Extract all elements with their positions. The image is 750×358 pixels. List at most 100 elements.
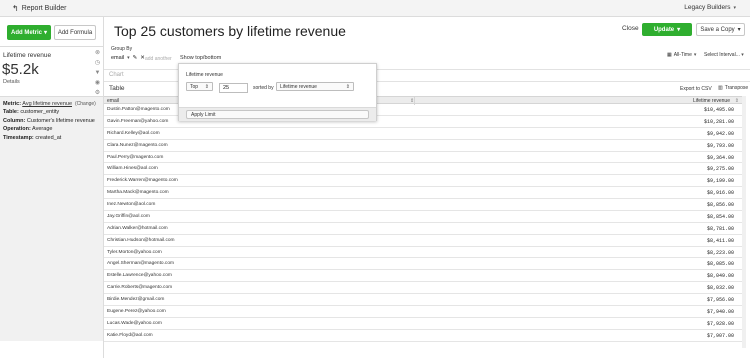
apply-limit-button[interactable]: Apply Limit <box>186 110 369 119</box>
limit-input[interactable]: 25 <box>219 83 248 93</box>
sorted-by-label: sorted by <box>253 85 274 91</box>
cell-lifetime-revenue: $8,032.00 <box>706 285 734 292</box>
chevron-down-icon: ▾ <box>677 27 681 33</box>
back-arrow-icon: ↰ <box>12 4 19 13</box>
close-button[interactable]: Close <box>622 25 639 32</box>
sort-by-value: Lifetime revenue <box>280 83 317 90</box>
transpose-label: Transpose <box>724 85 749 91</box>
chevron-down-icon: ▾ <box>44 30 48 36</box>
cell-lifetime-revenue: $8,916.00 <box>706 190 734 197</box>
chevron-down-icon[interactable]: ▾ <box>127 55 130 61</box>
add-formula-button[interactable]: Add Formula <box>54 25 96 40</box>
sort-by-select[interactable]: Lifetime revenue ⇕ <box>276 82 354 91</box>
operation-info-label: Operation: <box>3 126 31 133</box>
change-metric-link[interactable]: (Change) <box>75 101 96 107</box>
cell-lifetime-revenue: $10,495.00 <box>703 107 734 113</box>
cell-email: Lucas.Wade@yahoo.com <box>107 320 162 326</box>
table-row[interactable]: Katie.Floyd@aol.com $7,907.00 <box>104 330 742 342</box>
cell-lifetime-revenue: $9,793.00 <box>706 142 734 149</box>
cell-email: Christian.Hudson@hotmail.com <box>107 237 175 243</box>
table-row[interactable]: Estelle.Lawrence@yahoo.com $8,049.00 <box>104 270 742 283</box>
table-row[interactable]: Tyler.Morton@yahoo.com $8,223.00 <box>104 247 742 259</box>
table-row[interactable]: Richard.Kelley@aol.com $9,942.00 <box>104 128 742 140</box>
table-row[interactable]: William.Hines@aol.com $9,275.00 <box>104 163 742 176</box>
table-row[interactable]: Paul.Perry@magento.com $9,364.00 <box>104 152 742 164</box>
cell-lifetime-revenue: $7,928.00 <box>706 320 734 327</box>
top-bar: ↰ Report Builder Legacy Builders ▾ <box>0 0 750 17</box>
filter-icon[interactable]: ▼ <box>94 70 101 77</box>
timestamp-info-value: created_at <box>35 134 62 141</box>
results-table: email ⇕ Lifetime revenue ⇕ Dustin.Patton… <box>104 96 742 342</box>
cell-email: Martha.Mack@magento.com <box>107 190 169 196</box>
remove-icon[interactable]: ⊗ <box>94 50 101 57</box>
add-metric-label: Add Metric <box>10 29 42 36</box>
table-row[interactable]: Angel.Sherman@magento.com $8,085.00 <box>104 258 742 271</box>
add-another-link[interactable]: add another <box>145 56 172 62</box>
table-row[interactable]: Lucas.Wade@yahoo.com $7,928.00 <box>104 318 742 330</box>
metric-name: Lifetime revenue <box>3 52 52 59</box>
show-top-bottom-link[interactable]: Show top/bottom <box>180 55 221 61</box>
popover-title: Lifetime revenue <box>186 72 223 78</box>
visibility-icon[interactable]: ◉ <box>94 80 101 87</box>
add-metric-button[interactable]: Add Metric ▾ <box>7 25 51 40</box>
table-row[interactable]: Inez.Newton@aol.com $8,856.00 <box>104 199 742 211</box>
cell-lifetime-revenue: $10,281.00 <box>703 118 734 125</box>
update-label: Update <box>653 26 675 33</box>
cell-lifetime-revenue: $9,275.00 <box>706 166 734 173</box>
transpose-icon: ▥ <box>718 85 723 91</box>
export-csv-link[interactable]: Export to CSV <box>680 86 712 92</box>
table-label: Table <box>109 85 125 92</box>
table-row[interactable]: Martha.Mack@magento.com $8,916.00 <box>104 187 742 199</box>
cell-lifetime-revenue: $8,781.00 <box>706 225 734 232</box>
column-info-value: Customer's lifetime revenue <box>26 117 95 124</box>
timestamp-info-label: Timestamp: <box>3 134 34 141</box>
transpose-button[interactable]: ▥ Transpose <box>718 85 748 91</box>
chevron-down-icon: ▾ <box>741 52 744 58</box>
table-info-label: Table: <box>3 109 19 116</box>
table-info-value: customer_entity <box>20 109 60 116</box>
group-by-field[interactable]: email ▾ ✎ ✕ <box>111 55 145 61</box>
metric-info-value-link[interactable]: Avg lifetime revenue <box>22 101 72 107</box>
table-scrollbar[interactable] <box>742 96 746 348</box>
interval-dropdown[interactable]: Select Interval... ▾ <box>704 52 744 58</box>
edit-icon[interactable]: ✎ <box>133 55 138 61</box>
table-row[interactable]: Adrian.Walker@hotmail.com $8,781.00 <box>104 223 742 235</box>
cell-lifetime-revenue: $9,364.00 <box>706 154 734 161</box>
time-icon[interactable]: ◷ <box>94 60 101 67</box>
time-range-dropdown[interactable]: ▦ All-Time ▾ <box>667 52 696 58</box>
metric-info: Metric: Avg lifetime revenue (Change) Tab… <box>3 100 96 142</box>
cell-email: Gavin.Freeman@yahoo.com <box>107 118 169 124</box>
cell-lifetime-revenue: $8,085.00 <box>706 261 734 268</box>
cell-email: William.Hines@aol.com <box>107 166 158 172</box>
top-bottom-select[interactable]: Top ⇕ <box>186 82 213 91</box>
table-row[interactable]: Carrie.Roberts@magento.com $8,032.00 <box>104 282 742 294</box>
table-row[interactable]: Frederick.Warren@magento.com $9,199.00 <box>104 175 742 188</box>
back-to-report-builder-link[interactable]: ↰ Report Builder <box>12 4 66 13</box>
page-title[interactable]: Top 25 customers by lifetime revenue <box>114 23 346 39</box>
cell-email: Eugene.Perez@yahoo.com <box>107 308 166 314</box>
chart-label: Chart <box>109 72 124 78</box>
top-bottom-value: Top <box>190 83 199 90</box>
cell-email: Adrian.Walker@hotmail.com <box>107 225 168 231</box>
select-arrows-icon: ⇕ <box>204 83 209 90</box>
cell-email: Inez.Newton@aol.com <box>107 202 156 207</box>
cell-lifetime-revenue: $8,856.00 <box>706 202 734 208</box>
cell-email: Katie.Floyd@aol.com <box>107 332 153 338</box>
table-row[interactable]: Christian.Hudson@hotmail.com $8,411.00 <box>104 235 742 247</box>
update-button[interactable]: Update ▾ <box>642 23 692 36</box>
metric-card[interactable]: Lifetime revenue $5.2k Details ⊗ ◷ ▼ ◉ ⚙ <box>0 46 103 96</box>
table-row[interactable]: Clara.Nunez@magento.com $9,793.00 <box>104 140 742 152</box>
chevron-down-icon: ▾ <box>737 27 741 33</box>
table-row[interactable]: Birdie.Mendez@gmail.com $7,956.00 <box>104 294 742 306</box>
table-row[interactable]: Jay.Griffin@aol.com $8,854.00 <box>104 211 742 223</box>
metric-info-label: Metric: <box>3 101 22 107</box>
operation-info-value: Average <box>32 126 53 133</box>
save-copy-button[interactable]: Save a Copy ▾ <box>696 23 745 36</box>
table-row[interactable]: Eugene.Perez@yahoo.com $7,940.00 <box>104 306 742 318</box>
cell-lifetime-revenue: $9,199.00 <box>706 178 734 185</box>
chevron-down-icon: ▾ <box>733 4 736 11</box>
metric-value: $5.2k <box>2 61 39 78</box>
group-by-label: Group By <box>111 46 133 52</box>
metric-details-link[interactable]: Details <box>3 79 20 85</box>
org-dropdown[interactable]: Legacy Builders ▾ <box>684 4 736 11</box>
